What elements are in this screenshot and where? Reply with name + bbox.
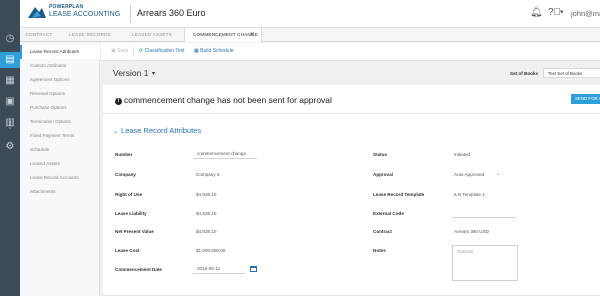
approval-alert-text: commencement change has not been sent fo… xyxy=(124,95,332,105)
external-code-input[interactable] xyxy=(452,209,516,218)
build-schedule-button[interactable]: ▦ Build Schedule xyxy=(194,48,233,54)
send-for-approval-button[interactable]: SEND FOR APPROVAL xyxy=(571,94,600,104)
powerplan-logo-icon xyxy=(28,7,46,18)
calendar-icon[interactable]: ▣ xyxy=(3,95,17,109)
company-label: Company xyxy=(115,172,136,177)
save-label: Save xyxy=(117,48,129,54)
commencement-date-label: Commencement Date xyxy=(115,267,162,272)
classification-test-label: Classification Test xyxy=(144,48,185,54)
right-of-use-label: Right of Use xyxy=(115,192,143,197)
refresh-icon: ⟳ xyxy=(139,48,144,54)
user-email[interactable]: john@mail.com xyxy=(571,9,600,18)
nav-item-termination-options[interactable]: Termination Options xyxy=(20,115,100,129)
bell-icon[interactable]: 🔔︎ xyxy=(530,7,543,18)
approval-label: Approval xyxy=(373,172,393,177)
top-header: POWERPLAN LEASE ACCOUNTING Arrears 360 E… xyxy=(20,0,600,28)
brand-divider xyxy=(130,5,131,23)
lease-record-template-label: Lease Record Template xyxy=(373,192,425,197)
brand: POWERPLAN LEASE ACCOUNTING xyxy=(49,4,121,19)
app-rail: ◷ ▤ ▦ ▣ ▥ ⫶ ⚙ xyxy=(0,0,20,296)
calendar-icon[interactable] xyxy=(250,266,257,272)
schedule-icon: ▦ xyxy=(194,48,199,54)
tab-leased-assets[interactable]: LEASED ASSETS xyxy=(126,28,178,42)
tab-commencement-change[interactable]: COMMENCEMENT CHANGE ✕ xyxy=(184,28,262,42)
chevron-down-icon[interactable]: ▾ xyxy=(152,70,155,77)
lease-liability-value: $4,938.10 xyxy=(196,211,217,216)
clock-icon[interactable]: ◷ xyxy=(3,32,17,46)
save-button[interactable]: ▣ Save xyxy=(111,48,129,54)
approval-alert: i commencement change has not been sent f… xyxy=(115,95,332,105)
nav-item-attachments[interactable]: Attachments xyxy=(20,185,100,199)
tab-bar: CONTRACT LEASE RECORDS LEASED ASSETS COM… xyxy=(20,28,600,42)
tab-lease-records[interactable]: LEASE RECORDS xyxy=(60,28,120,42)
nav-item-schedule[interactable]: Schedule xyxy=(20,143,100,157)
section-nav: Lease Record Attributes Custom Attribute… xyxy=(20,43,100,296)
main-content: ▣ Save ⟳ Classification Test ▦ Build Sch… xyxy=(101,43,600,296)
external-code-label: External Code xyxy=(373,211,404,216)
nav-item-purchase-options[interactable]: Purchase Options xyxy=(20,101,100,115)
tab-commencement-change-label: COMMENCEMENT CHANGE xyxy=(193,32,258,37)
net-present-value-value: $4,938.10 xyxy=(196,229,217,234)
grid-icon[interactable]: ▦ xyxy=(3,74,17,88)
section-title: Lease Record Attributes xyxy=(121,126,202,135)
nav-item-renewal-options[interactable]: Renewal Options xyxy=(20,87,100,101)
chevron-down-icon[interactable]: ▾ xyxy=(560,8,564,16)
version-selector[interactable]: Version 1 xyxy=(113,68,148,78)
toolbar: ▣ Save ⟳ Classification Test ▦ Build Sch… xyxy=(101,43,600,61)
version-bar: Version 1 ▾ Set of Books Test Set of Boo… xyxy=(101,62,600,84)
build-schedule-label: Build Schedule xyxy=(200,48,234,54)
nav-item-lease-record-attributes[interactable]: Lease Record Attributes xyxy=(20,45,100,59)
net-present-value-label: Net Present Value xyxy=(115,229,154,234)
set-of-books-select[interactable]: Test Set of Books xyxy=(543,68,600,78)
notes-textarea[interactable]: Optional xyxy=(452,245,518,281)
brand-line2: LEASE ACCOUNTING xyxy=(49,11,121,18)
approval-select[interactable]: Auto Approved xyxy=(454,172,484,177)
lease-record-template-value: ILR Template 1 xyxy=(454,192,485,197)
lease-cost-value: $1,000,000.00 xyxy=(196,248,226,253)
number-label: Number xyxy=(115,152,133,157)
chevron-down-icon: ⌄ xyxy=(113,129,119,135)
contract-value: Arrears 360 USD xyxy=(454,229,489,234)
tab-contract[interactable]: CONTRACT xyxy=(20,28,58,42)
lease-liability-label: Lease Liability xyxy=(115,211,147,216)
sliders-icon-2[interactable]: ⫶ xyxy=(3,120,17,134)
close-icon[interactable]: ✕ xyxy=(250,28,255,42)
lease-record-card: i commencement change has not been sent f… xyxy=(103,85,600,295)
notes-label: Notes xyxy=(373,248,386,253)
chevron-down-icon[interactable]: ⌄ xyxy=(496,171,500,177)
card-divider xyxy=(103,113,600,114)
save-icon: ▣ xyxy=(111,48,116,54)
company-value: Company 3 xyxy=(196,172,220,177)
nav-item-leased-assets[interactable]: Leased Assets xyxy=(20,157,100,171)
nav-item-lease-record-accounts[interactable]: Lease Record Accounts xyxy=(20,171,100,185)
set-of-books-label: Set of Books xyxy=(510,71,539,76)
classification-test-button[interactable]: ⟳ Classification Test xyxy=(139,48,185,54)
lease-cost-label: Lease Cost xyxy=(115,248,140,253)
right-of-use-value: $4,938.10 xyxy=(196,192,217,197)
document-icon[interactable]: ▤ xyxy=(0,52,20,68)
nav-item-custom-attributes[interactable]: Custom Attributes xyxy=(20,59,100,73)
nav-item-agreement-options[interactable]: Agreement Options xyxy=(20,73,100,87)
section-header[interactable]: ⌄ Lease Record Attributes xyxy=(113,126,201,135)
commencement-date-input[interactable]: 2018-06-11 xyxy=(193,265,245,274)
number-input[interactable]: commencement change xyxy=(193,150,257,159)
brand-line1: POWERPLAN xyxy=(49,4,84,10)
nav-item-fixed-payment-terms[interactable]: Fixed Payment Terms xyxy=(20,129,100,143)
contract-label: Contract xyxy=(373,229,392,234)
status-value: Initiated xyxy=(454,152,471,157)
gear-icon[interactable]: ⚙ xyxy=(3,140,17,154)
info-icon: i xyxy=(115,98,122,105)
toolbar-divider xyxy=(133,47,134,57)
workspace-title: Arrears 360 Euro xyxy=(137,8,206,18)
status-label: Status xyxy=(373,152,388,157)
